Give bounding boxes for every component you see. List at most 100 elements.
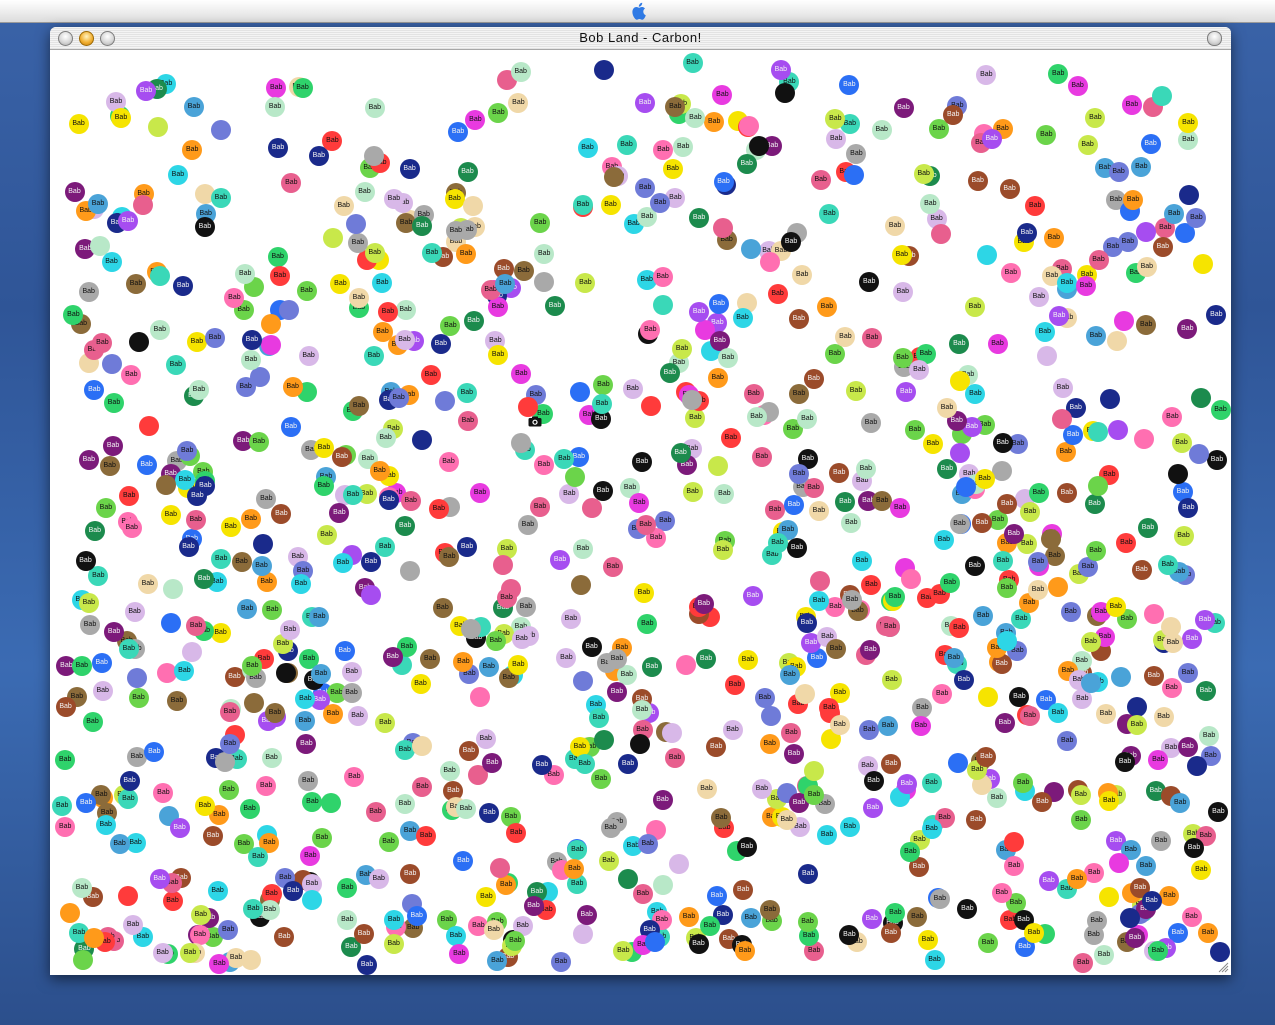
bob-sprite: Bab: [194, 796, 215, 817]
bob-sprite: Bab: [309, 606, 330, 627]
bob-sprite: [1111, 667, 1132, 688]
bob-sprite: Bab: [378, 490, 399, 510]
bob-sprite: Bab: [453, 651, 474, 672]
bob-sprite: Bab: [670, 443, 691, 463]
bob-sprite: Bab: [416, 826, 437, 847]
bob-sprite: [708, 456, 729, 477]
bob-sprite: Bab: [1016, 223, 1037, 243]
bob-sprite: Bab: [957, 899, 978, 920]
bob-sprite: [243, 693, 264, 714]
bob-sprite: Bab: [817, 824, 838, 845]
bob-sprite: Bab: [652, 790, 673, 811]
bob-sprite: Bab: [364, 98, 385, 119]
resize-grip-icon[interactable]: [1217, 961, 1229, 973]
bob-sprite: Bab: [796, 613, 817, 634]
bob-sprite: Bab: [1094, 944, 1114, 965]
bob-sprite: Bab: [1043, 228, 1064, 249]
bob-sprite: Bab: [776, 809, 797, 830]
bob-sprite: Bab: [71, 656, 92, 677]
bob-sprite: Bab: [787, 537, 808, 558]
bob-sprite: Bab: [84, 379, 105, 400]
bob-sprite: Bab: [377, 301, 398, 322]
bob-sprite: Bab: [1140, 134, 1161, 154]
bob-sprite: Bab: [1152, 237, 1173, 258]
bob-sprite: Bab: [600, 818, 621, 839]
bob-sprite: Bab: [231, 551, 252, 572]
bob-sprite: Bab: [976, 65, 997, 86]
bob-sprite: [571, 574, 592, 595]
bob-sprite: Bab: [302, 792, 323, 813]
bob-sprite: [748, 135, 769, 156]
bob-sprite: Bab: [598, 850, 619, 871]
bob-sprite: Bab: [282, 377, 303, 397]
bob-sprite: Bab: [826, 128, 847, 149]
bob-sprite: [760, 706, 781, 727]
bob-sprite: Bab: [1126, 715, 1147, 736]
bob-sprite: Bab: [465, 109, 486, 130]
bob-sprite: Bab: [203, 825, 223, 846]
bob-sprite: [1037, 345, 1058, 366]
bob-sprite: Bab: [592, 394, 613, 415]
bob-sprite: [593, 59, 614, 80]
bob-sprite: Bab: [893, 97, 914, 118]
bob-sprite: [163, 579, 184, 600]
bob-sprite: Bab: [860, 639, 881, 660]
bob-sprite: Bab: [111, 107, 131, 128]
bob-sprite: Bab: [182, 140, 203, 160]
bob-sprite: [978, 687, 999, 708]
bob-sprite: Bab: [121, 518, 142, 538]
bob-sprite: Bab: [1151, 831, 1171, 851]
bob-sprite: Bab: [992, 433, 1013, 454]
apple-logo-icon[interactable]: [631, 2, 647, 20]
bob-sprite: Bab: [448, 122, 469, 143]
bob-sprite: Bab: [810, 169, 831, 190]
bob-sprite: Bab: [341, 661, 362, 682]
bob-sprite: Bab: [180, 942, 201, 963]
bob-sprite: Bab: [372, 322, 393, 343]
bob-sprite: Bab: [835, 491, 856, 512]
bob-sprite: Bab: [1000, 263, 1021, 284]
bob-sprite: Bab: [126, 273, 146, 294]
bob-sprite: Bab: [732, 308, 753, 329]
bob-sprite: Bab: [534, 243, 555, 264]
bob-sprite: Bab: [363, 345, 384, 366]
bob-sprite: Bab: [530, 496, 551, 517]
bob-sprite: Bab: [119, 485, 140, 506]
bob-sprite: [1087, 421, 1108, 442]
bob-sprite: Bab: [1067, 868, 1088, 889]
bob-sprite: Bab: [455, 799, 476, 819]
bob-sprite: Bab: [104, 621, 125, 642]
bob-sprite: Bab: [483, 919, 504, 940]
bob-sprite: Bab: [186, 332, 207, 353]
bob-sprite: Bab: [267, 246, 288, 267]
bob-sprite: Bab: [280, 416, 301, 437]
bob-sprite: Bab: [241, 350, 262, 370]
bob-sprite: Bab: [622, 379, 643, 400]
bob-sprite: [1210, 941, 1230, 962]
bob-sprite: Bab: [892, 281, 913, 302]
bob-sprite: [301, 889, 322, 910]
bob-sprite: Bab: [991, 882, 1012, 903]
bob-sprite: Bab: [239, 799, 260, 820]
bob-sprite: Bab: [740, 907, 761, 928]
bob-sprite: Bab: [682, 52, 703, 73]
bob-sprite: Bab: [84, 521, 105, 542]
bob-canvas[interactable]: Bab Bab Bab Bab Bab Bab Bab Bab Bab Bab Bab Bab Bab B…: [50, 50, 1231, 975]
bob-sprite: Bab: [1085, 108, 1106, 129]
bob-sprite: Bab: [742, 586, 763, 607]
toolbar-toggle-button[interactable]: [1207, 31, 1222, 46]
bob-sprite: Bab: [513, 261, 534, 282]
bob-sprite: Bab: [511, 629, 532, 650]
bob-sprite: [675, 655, 696, 676]
bob-sprite: Bab: [556, 648, 577, 669]
bob-sprite: Bab: [457, 537, 478, 558]
bob-sprite: Bab: [765, 500, 786, 521]
bob-sprite: Bab: [707, 368, 728, 389]
bob-sprite: Bab: [88, 194, 108, 215]
bob-sprite: [261, 334, 282, 355]
bob-sprite: [492, 554, 513, 575]
bob-sprite: Bab: [1148, 750, 1169, 771]
window-titlebar[interactable]: Bob Land - Carbon!: [50, 27, 1231, 50]
bob-sprite: [1187, 755, 1208, 776]
bob-sprite: Bab: [256, 488, 277, 509]
